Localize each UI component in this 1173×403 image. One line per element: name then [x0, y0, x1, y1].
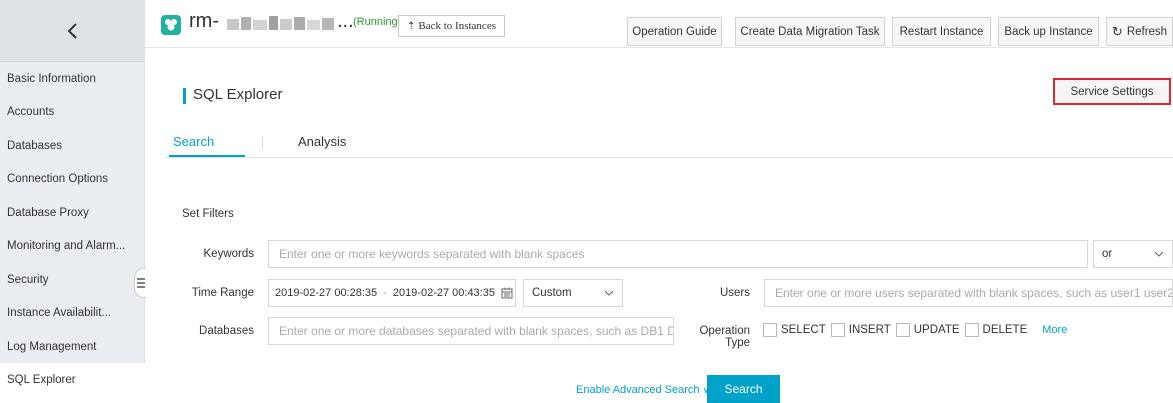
- keywords-logic-value: or: [1102, 248, 1113, 260]
- backup-instance-button[interactable]: Back up Instance: [998, 17, 1099, 46]
- instance-name-suffix: ...: [337, 10, 354, 32]
- op-update-label: UPDATE: [913, 324, 960, 336]
- time-range-end: 2019-02-27 00:43:35: [392, 287, 495, 299]
- search-button[interactable]: Search: [707, 375, 780, 403]
- op-insert-checkbox[interactable]: INSERT: [830, 323, 891, 337]
- sidebar-collapse-handle[interactable]: [134, 268, 146, 298]
- time-range-mode-select[interactable]: Custom: [523, 279, 623, 307]
- sidebar-item-connection-options[interactable]: Connection Options: [0, 162, 145, 195]
- advanced-search-label: Enable Advanced Search: [576, 384, 700, 396]
- databases-input[interactable]: Enter one or more databases separated wi…: [268, 317, 674, 345]
- operation-guide-button[interactable]: Operation Guide: [627, 17, 722, 46]
- tabs-divider: [165, 157, 1173, 158]
- time-range-mode-value: Custom: [532, 287, 572, 299]
- menu-icon: [136, 278, 145, 288]
- checkbox[interactable]: [895, 323, 910, 337]
- keywords-logic-select[interactable]: or: [1093, 240, 1173, 268]
- refresh-label: Refresh: [1126, 25, 1168, 38]
- back-button[interactable]: [0, 0, 145, 62]
- restart-instance-button[interactable]: Restart Instance: [892, 17, 991, 46]
- chevron-left-icon: [67, 22, 77, 39]
- tab-search-underline: [169, 155, 245, 157]
- tab-separator: [262, 136, 263, 150]
- users-label: Users: [719, 287, 750, 299]
- op-delete-label: DELETE: [982, 324, 1028, 336]
- sidebar-item-database-proxy[interactable]: Database Proxy: [0, 196, 145, 229]
- tab-analysis[interactable]: Analysis: [298, 134, 346, 149]
- sidebar-item-security[interactable]: Security: [0, 263, 145, 296]
- header: rm- ... (Running) ⇡ Back to Instances Op…: [145, 0, 1173, 48]
- chevron-down-icon: [1154, 251, 1164, 257]
- filters-heading: Set Filters: [182, 208, 234, 220]
- calendar-icon: [501, 287, 513, 299]
- databases-label: Databases: [199, 325, 254, 337]
- back-to-instances-button[interactable]: ⇡ Back to Instances: [398, 15, 505, 37]
- time-range-picker[interactable]: 2019-02-27 00:28:35 - 2019-02-27 00:43:3…: [268, 279, 516, 307]
- sidebar-item-log-management[interactable]: Log Management: [0, 330, 145, 363]
- op-insert-label: INSERT: [848, 324, 891, 336]
- status-badge: (Running): [353, 16, 402, 28]
- operation-type-label: Operation Type: [699, 325, 750, 349]
- create-migration-task-button[interactable]: Create Data Migration Task: [735, 17, 885, 46]
- checkbox[interactable]: [763, 323, 777, 337]
- operation-type-group: SELECT INSERT UPDATE DELETE More: [763, 320, 1067, 340]
- keywords-label: Keywords: [203, 248, 255, 260]
- users-input[interactable]: Enter one or more users separated with b…: [764, 279, 1173, 307]
- tab-search[interactable]: Search: [173, 134, 214, 149]
- op-delete-checkbox[interactable]: DELETE: [964, 323, 1028, 337]
- sidebar-item-basic-information[interactable]: Basic Information: [0, 62, 145, 95]
- instance-name-prefix: rm-: [189, 10, 219, 32]
- time-range-label: Time Range: [191, 287, 254, 299]
- sidebar-item-accounts[interactable]: Accounts: [0, 95, 145, 128]
- time-range-start: 2019-02-27 00:28:35: [275, 287, 378, 299]
- title-accent-bar: [183, 88, 186, 104]
- refresh-icon: ↻: [1111, 23, 1123, 39]
- sidebar-item-databases[interactable]: Databases: [0, 129, 145, 162]
- service-settings-button[interactable]: Service Settings: [1053, 78, 1171, 105]
- keywords-input[interactable]: Enter one or more keywords separated wit…: [268, 240, 1088, 268]
- sidebar-item-sql-explorer[interactable]: SQL Explorer: [0, 363, 145, 396]
- more-link[interactable]: More: [1042, 324, 1067, 336]
- chevron-down-icon: [604, 290, 614, 296]
- op-update-checkbox[interactable]: UPDATE: [895, 323, 960, 337]
- rds-logo-icon: [161, 15, 181, 35]
- time-range-separator: -: [383, 287, 387, 299]
- checkbox[interactable]: [964, 323, 979, 337]
- op-select-checkbox[interactable]: SELECT: [763, 323, 826, 337]
- page-title: SQL Explorer: [193, 86, 283, 103]
- sidebar: Basic Information Accounts Databases Con…: [0, 0, 145, 396]
- enable-advanced-search-link[interactable]: Enable Advanced Search ∨: [576, 384, 709, 396]
- sidebar-item-instance-availability[interactable]: Instance Availabilit...: [0, 296, 145, 329]
- instance-id-redacted: [227, 15, 337, 33]
- back-to-instances-label: Back to Instances: [418, 20, 496, 32]
- arrow-up-icon: ⇡: [407, 20, 416, 32]
- refresh-button[interactable]: ↻ Refresh: [1106, 17, 1173, 46]
- checkbox[interactable]: [830, 323, 845, 337]
- op-select-label: SELECT: [781, 324, 826, 336]
- sidebar-item-monitoring[interactable]: Monitoring and Alarm...: [0, 229, 145, 262]
